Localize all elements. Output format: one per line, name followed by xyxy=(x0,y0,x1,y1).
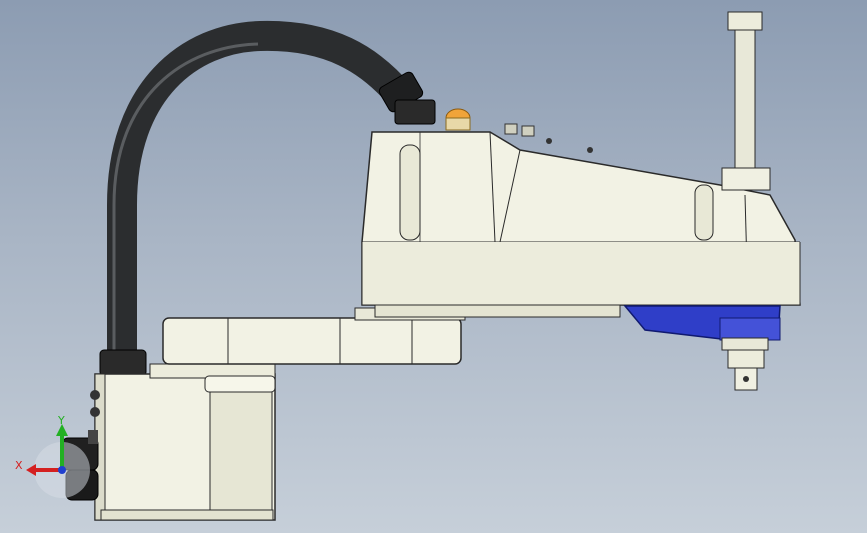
cable-gland-base xyxy=(99,349,147,377)
triad-z-axis xyxy=(58,466,66,474)
z-axis-motor xyxy=(623,305,781,341)
scara-robot-model[interactable]: X Y xyxy=(0,0,867,533)
cad-viewport[interactable]: X Y xyxy=(0,0,867,533)
triad-y-label: Y xyxy=(57,414,65,427)
robot-base xyxy=(94,363,276,521)
status-lamp xyxy=(445,108,471,131)
triad-x-label: X xyxy=(15,459,23,472)
second-arm xyxy=(361,131,801,318)
coordinate-triad: X Y xyxy=(15,414,90,498)
